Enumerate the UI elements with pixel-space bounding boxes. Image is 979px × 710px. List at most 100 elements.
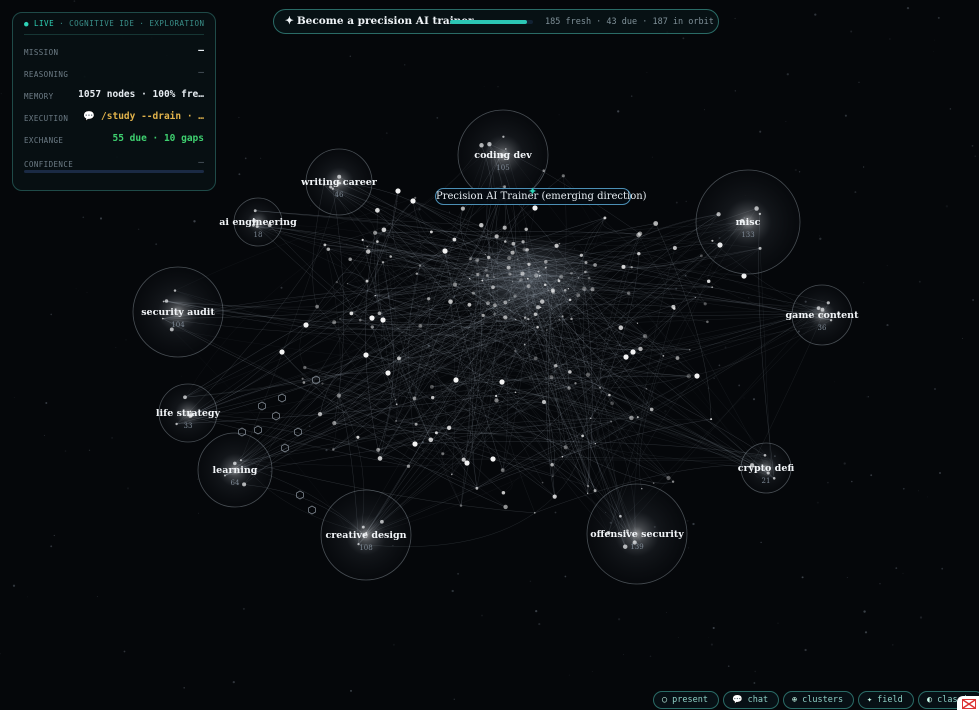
graph-node[interactable] — [452, 237, 457, 242]
graph-node[interactable] — [554, 243, 559, 248]
graph-node[interactable] — [460, 206, 465, 211]
graph-node[interactable] — [594, 442, 597, 445]
graph-node[interactable] — [418, 324, 423, 328]
cluster-ai-engineering[interactable]: ai engineering 18 — [219, 197, 297, 247]
graph-node[interactable] — [363, 352, 369, 358]
graph-node[interactable] — [570, 317, 573, 321]
graph-node[interactable] — [356, 435, 360, 439]
graph-node[interactable] — [491, 285, 495, 290]
present-button[interactable]: ◯ present — [653, 691, 719, 709]
graph-node[interactable] — [585, 372, 591, 377]
graph-node[interactable] — [428, 437, 434, 443]
graph-node[interactable] — [389, 255, 393, 258]
graph-node[interactable] — [623, 354, 629, 360]
graph-node[interactable] — [694, 296, 697, 299]
graph-node[interactable] — [500, 468, 505, 472]
graph-node[interactable] — [374, 294, 376, 297]
graph-node[interactable] — [582, 286, 587, 292]
cluster-learning[interactable]: learning 64 — [197, 432, 273, 508]
graph-node[interactable] — [543, 283, 547, 287]
graph-node[interactable] — [599, 386, 602, 389]
graph-node[interactable] — [510, 250, 515, 255]
graph-node[interactable] — [653, 221, 659, 226]
graph-node[interactable] — [321, 382, 324, 385]
graph-node[interactable] — [475, 258, 480, 263]
graph-node[interactable] — [552, 475, 554, 478]
graph-node[interactable] — [394, 398, 397, 401]
clusters-button[interactable]: ⊕ clusters — [783, 691, 854, 709]
graph-node[interactable] — [459, 504, 463, 507]
graph-node[interactable] — [514, 391, 517, 394]
graph-node[interactable] — [525, 248, 529, 252]
graph-node[interactable] — [395, 188, 401, 194]
graph-node[interactable] — [553, 364, 558, 368]
graph-node[interactable] — [381, 227, 387, 233]
corner-close-icon[interactable] — [957, 696, 979, 710]
graph-node[interactable] — [590, 417, 592, 419]
graph-node[interactable] — [441, 452, 445, 456]
graph-node[interactable] — [520, 271, 525, 276]
graph-node[interactable] — [671, 480, 675, 483]
graph-node[interactable] — [326, 247, 331, 251]
graph-node[interactable] — [541, 481, 544, 484]
graph-node[interactable] — [317, 411, 323, 417]
graph-node[interactable] — [517, 258, 519, 260]
cluster-game-content[interactable]: game content 36 — [786, 284, 860, 346]
graph-node[interactable] — [629, 415, 634, 421]
graph-node[interactable] — [377, 311, 382, 316]
graph-node[interactable] — [649, 407, 654, 412]
graph-node[interactable] — [467, 302, 472, 307]
graph-node[interactable] — [349, 311, 354, 316]
graph-node[interactable] — [638, 346, 643, 352]
graph-node[interactable] — [587, 492, 589, 495]
graph-node[interactable] — [534, 273, 539, 278]
graph-node[interactable] — [361, 238, 364, 241]
graph-node[interactable] — [541, 399, 547, 405]
graph-node[interactable] — [346, 282, 349, 285]
graph-node[interactable] — [706, 320, 709, 324]
graph-node[interactable] — [608, 393, 611, 397]
graph-node[interactable] — [559, 274, 564, 279]
graph-node[interactable] — [610, 401, 614, 406]
graph-node[interactable] — [495, 394, 498, 398]
graph-node[interactable] — [561, 456, 564, 458]
graph-node[interactable] — [579, 253, 584, 257]
graph-node[interactable] — [610, 420, 613, 423]
graph-node[interactable] — [694, 373, 700, 379]
graph-node[interactable] — [453, 377, 459, 383]
graph-node[interactable] — [563, 288, 567, 292]
graph-node[interactable] — [369, 315, 375, 321]
cluster-crypto-defi[interactable]: crypto defi 21 — [738, 442, 795, 494]
graph-node[interactable] — [547, 289, 550, 292]
graph-node[interactable] — [448, 299, 453, 304]
graph-node[interactable] — [365, 279, 369, 283]
graph-node[interactable] — [662, 355, 665, 357]
cluster-layer[interactable]: coding dev 105 writing career 46 ai engineer… — [132, 109, 860, 585]
graph-node[interactable] — [673, 307, 676, 310]
graph-node[interactable] — [581, 434, 584, 438]
graph-node[interactable] — [365, 249, 371, 254]
graph-node[interactable] — [586, 484, 590, 488]
cluster-security-audit[interactable]: security audit 104 — [132, 266, 224, 358]
graph-node[interactable] — [686, 374, 691, 379]
graph-node[interactable] — [450, 473, 453, 476]
graph-node[interactable] — [427, 297, 431, 301]
cluster-misc[interactable]: misc 133 — [695, 169, 801, 275]
cluster-life-strategy[interactable]: life strategy 33 — [156, 383, 221, 443]
graph-node[interactable] — [485, 274, 489, 277]
graph-node[interactable] — [636, 322, 639, 324]
graph-node[interactable] — [563, 445, 568, 450]
graph-node[interactable] — [358, 318, 362, 322]
graph-node[interactable] — [550, 288, 555, 293]
graph-node[interactable] — [523, 343, 526, 346]
graph-node[interactable] — [574, 382, 577, 385]
graph-node[interactable] — [481, 313, 485, 318]
graph-node[interactable] — [534, 512, 536, 514]
graph-node[interactable] — [539, 299, 545, 304]
graph-node[interactable] — [576, 293, 581, 298]
graph-node[interactable] — [475, 486, 479, 490]
graph-node[interactable] — [366, 245, 369, 248]
cluster-creative-design[interactable]: creative design 108 — [320, 489, 412, 581]
graph-node[interactable] — [508, 272, 512, 276]
graph-node[interactable] — [397, 356, 401, 361]
